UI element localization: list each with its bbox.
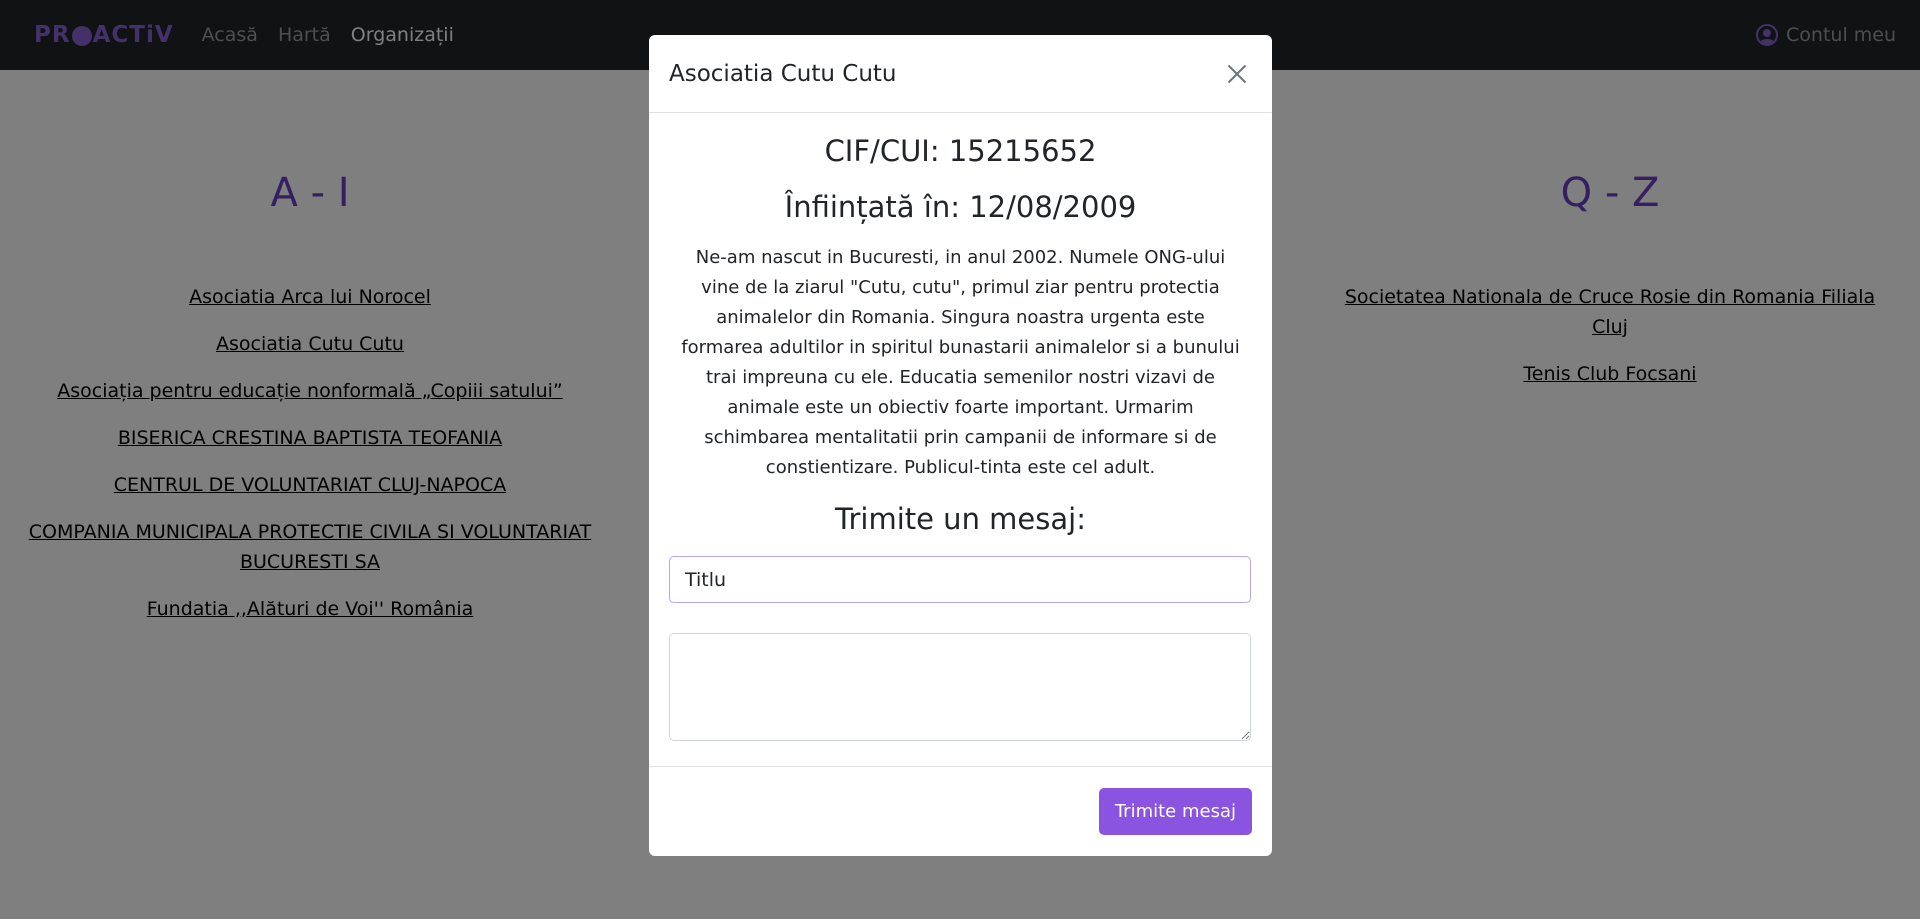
org-description: Ne-am nascut in Bucuresti, in anul 2002.… bbox=[681, 247, 1240, 478]
modal-footer: Trimite mesaj bbox=[649, 766, 1272, 856]
message-title-input[interactable] bbox=[669, 556, 1251, 603]
send-message-button[interactable]: Trimite mesaj bbox=[1098, 788, 1252, 835]
page: PRACTiV Acasă Hartă Organizații Contul m… bbox=[0, 0, 1920, 919]
send-message-heading: Trimite un mesaj: bbox=[835, 502, 1086, 536]
message-body-textarea[interactable] bbox=[669, 633, 1251, 741]
organization-modal: Asociatia Cutu Cutu CIF/CUI: 15215652 În… bbox=[649, 35, 1272, 856]
org-cif: CIF/CUI: 15215652 bbox=[824, 134, 1097, 168]
modal-body: CIF/CUI: 15215652 Înființată în: 12/08/2… bbox=[649, 113, 1272, 741]
modal-header: Asociatia Cutu Cutu bbox=[649, 35, 1272, 113]
close-icon[interactable] bbox=[1222, 59, 1252, 89]
modal-title: Asociatia Cutu Cutu bbox=[669, 60, 897, 87]
org-founded-date: Înființată în: 12/08/2009 bbox=[784, 190, 1137, 224]
